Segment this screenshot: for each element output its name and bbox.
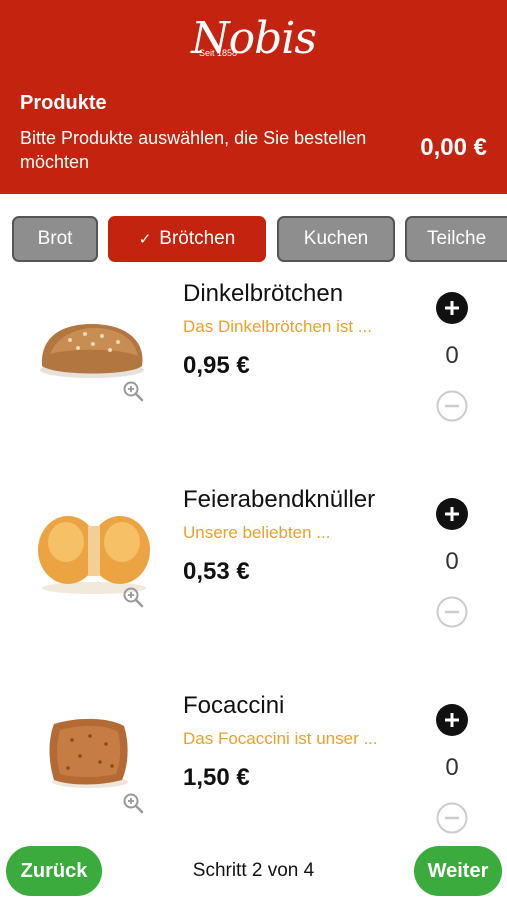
decrease-quantity-button[interactable] bbox=[436, 802, 468, 834]
cart-total: 0,00 € bbox=[420, 134, 487, 161]
increase-quantity-button[interactable] bbox=[436, 704, 468, 736]
product-price: 1,50 € bbox=[183, 764, 250, 791]
product-price: 0,53 € bbox=[183, 558, 250, 585]
page-title: Produkte bbox=[20, 92, 107, 114]
tab-label: Brot bbox=[37, 228, 73, 249]
quantity-value: 0 bbox=[445, 342, 459, 369]
decrease-quantity-button[interactable] bbox=[436, 596, 468, 628]
tab-teilchen[interactable]: Teilche bbox=[405, 216, 507, 262]
tab-kuchen[interactable]: Kuchen bbox=[277, 216, 395, 262]
page-subtitle: Bitte Produkte auswählen, die Sie bestel… bbox=[20, 128, 367, 172]
footer-bar: Zurück Schritt 2 von 4 Weiter bbox=[0, 840, 507, 900]
product-description[interactable]: Das Focaccini ist unser ... bbox=[183, 729, 378, 749]
zoom-in-icon[interactable] bbox=[122, 380, 144, 402]
next-button[interactable]: Weiter bbox=[414, 846, 502, 896]
quantity-value: 0 bbox=[445, 548, 459, 575]
product-item: Dinkelbrötchen Das Dinkelbrötchen ist ..… bbox=[0, 270, 507, 476]
zoom-in-icon[interactable] bbox=[122, 586, 144, 608]
logo-tagline: Seit 1858 bbox=[199, 48, 238, 58]
product-description[interactable]: Unsere beliebten ... bbox=[183, 523, 330, 543]
tab-broetchen[interactable]: ✓ Brötchen bbox=[108, 216, 266, 262]
tab-brot[interactable]: Brot bbox=[12, 216, 98, 262]
nobis-logo: Nobis bbox=[0, 14, 507, 64]
category-tabs: Brot ✓ Brötchen Kuchen Teilche bbox=[0, 194, 507, 270]
decrease-quantity-button[interactable] bbox=[436, 390, 468, 422]
increase-quantity-button[interactable] bbox=[436, 498, 468, 530]
zoom-in-icon[interactable] bbox=[122, 792, 144, 814]
header-bar: Nobis Seit 1858 Produkte Bitte Produkte … bbox=[0, 0, 507, 194]
product-name: Focaccini bbox=[183, 692, 285, 719]
product-name: Dinkelbrötchen bbox=[183, 280, 344, 307]
increase-quantity-button[interactable] bbox=[436, 292, 468, 324]
product-item: Feierabendknüller Unsere beliebten ... 0… bbox=[0, 476, 507, 682]
tab-label: Kuchen bbox=[303, 228, 369, 249]
tab-label: Teilche bbox=[427, 228, 487, 249]
tab-label: Brötchen bbox=[159, 228, 236, 249]
product-description[interactable]: Das Dinkelbrötchen ist ... bbox=[183, 317, 372, 337]
product-name: Feierabendknüller bbox=[183, 486, 376, 513]
check-icon: ✓ bbox=[138, 231, 152, 248]
product-price: 0,95 € bbox=[183, 352, 250, 379]
quantity-value: 0 bbox=[445, 754, 459, 781]
